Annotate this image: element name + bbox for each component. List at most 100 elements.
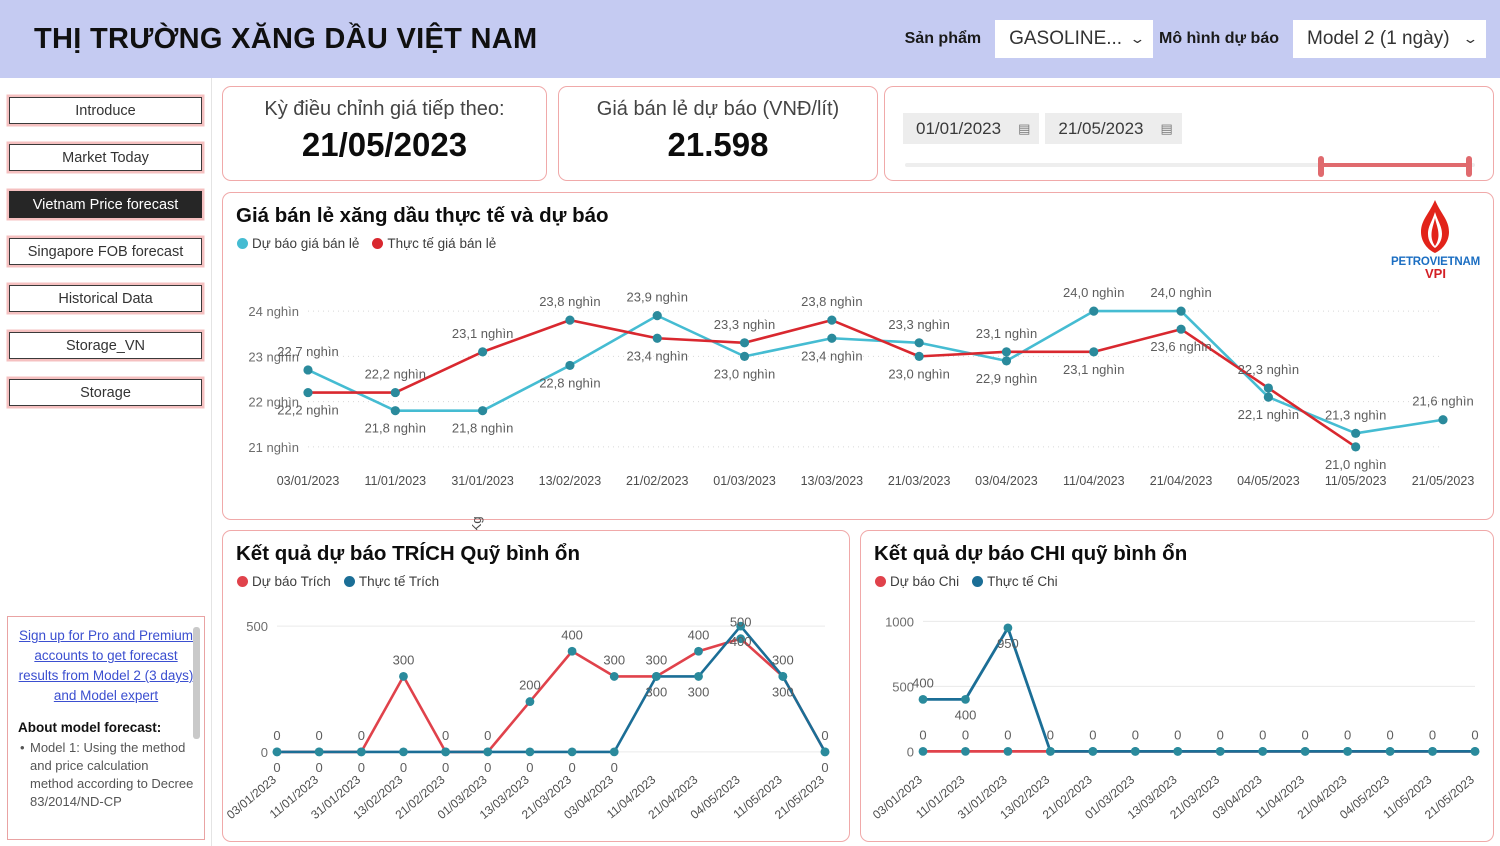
svg-text:300: 300 xyxy=(772,684,794,699)
legend-item-chi-forecast[interactable]: Dự báo Chi xyxy=(875,574,959,589)
date-to-input[interactable]: 21/05/2023 ▤ xyxy=(1045,113,1182,144)
legend-label: Dự báo giá bán lẻ xyxy=(252,236,360,251)
svg-text:21,6 nghìn: 21,6 nghìn xyxy=(1412,394,1473,409)
legend-dot-icon xyxy=(237,576,248,587)
svg-text:0: 0 xyxy=(273,760,280,775)
svg-text:23,8 nghìn: 23,8 nghìn xyxy=(801,294,862,309)
slider-handle-left[interactable] xyxy=(1318,156,1325,177)
trich-chart-panel: Kết quả dự báo TRÍCH Quỹ bình ổn Dự báo … xyxy=(222,530,850,842)
svg-text:0: 0 xyxy=(442,728,449,743)
svg-text:0: 0 xyxy=(400,760,407,775)
header-controls: Sản phẩm GASOLINE... ⌄ Mô hình dự báo Mo… xyxy=(899,20,1486,58)
sidebar-item-storage[interactable]: Storage xyxy=(9,379,202,406)
legend-item-trich-actual[interactable]: Thực tế Trích xyxy=(343,574,440,589)
sidebar-item-vietnam-price-forecast[interactable]: Vietnam Price forecast xyxy=(9,191,202,218)
chi-chart-legend: Dự báo Chi Thực tế Chi xyxy=(875,574,1493,589)
svg-text:500: 500 xyxy=(892,679,914,694)
calendar-icon: ▤ xyxy=(1018,120,1031,136)
svg-text:300: 300 xyxy=(646,652,668,667)
svg-text:13/02/2023: 13/02/2023 xyxy=(539,474,602,488)
svg-text:1000: 1000 xyxy=(885,614,914,629)
svg-text:21/05/2023: 21/05/2023 xyxy=(1412,474,1475,488)
sidebar-item-storage-vn[interactable]: Storage_VN xyxy=(9,332,202,359)
svg-text:0: 0 xyxy=(1471,727,1478,742)
svg-text:0: 0 xyxy=(1132,727,1139,742)
kpi-forecast-price-label: Giá bán lẻ dự báo (VNĐ/lít) xyxy=(596,98,840,120)
svg-text:0: 0 xyxy=(358,760,365,775)
svg-text:300: 300 xyxy=(646,684,668,699)
product-select[interactable]: GASOLINE... ⌄ xyxy=(995,20,1153,58)
legend-item-trich-forecast[interactable]: Dự báo Trích xyxy=(237,574,331,589)
main-chart-legend: Dự báo giá bán lẻ Thực tế giá bán lẻ xyxy=(237,236,1493,251)
svg-text:22,8 nghìn: 22,8 nghìn xyxy=(539,375,600,390)
svg-text:13/03/2023: 13/03/2023 xyxy=(801,474,864,488)
svg-text:21,0 nghìn: 21,0 nghìn xyxy=(1325,457,1386,472)
svg-text:200: 200 xyxy=(519,678,541,693)
svg-text:0: 0 xyxy=(821,760,828,775)
slider-selected-range xyxy=(1318,163,1473,167)
legend-label: Thực tế Trích xyxy=(358,574,440,589)
svg-text:0: 0 xyxy=(821,728,828,743)
legend-item-actual[interactable]: Thực tế giá bán lẻ xyxy=(372,236,496,251)
kpi-next-adjustment-label: Kỳ điều chỉnh giá tiếp theo: xyxy=(264,98,505,120)
svg-text:300: 300 xyxy=(772,652,794,667)
product-label: Sản phẩm xyxy=(904,30,982,47)
svg-text:24 nghìn: 24 nghìn xyxy=(248,304,299,319)
svg-text:0: 0 xyxy=(919,727,926,742)
svg-text:23,9 nghìn: 23,9 nghìn xyxy=(627,290,688,305)
model-select[interactable]: Model 2 (1 ngày) ⌄ xyxy=(1293,20,1486,58)
svg-text:950: 950 xyxy=(997,636,1019,651)
sidebar-item-introduce[interactable]: Introduce xyxy=(9,97,202,124)
svg-text:0: 0 xyxy=(1344,727,1351,742)
svg-text:21/03/2023: 21/03/2023 xyxy=(888,474,951,488)
dashboard-root: THỊ TRƯỜNG XĂNG DẦU VIỆT NAM Sản phẩm GA… xyxy=(0,0,1500,846)
legend-item-forecast[interactable]: Dự báo giá bán lẻ xyxy=(237,236,359,251)
svg-text:0: 0 xyxy=(1386,727,1393,742)
svg-text:21 nghìn: 21 nghìn xyxy=(248,440,299,455)
calendar-icon: ▤ xyxy=(1160,120,1173,136)
slider-handle-right[interactable] xyxy=(1466,156,1473,177)
svg-text:23,8 nghìn: 23,8 nghìn xyxy=(539,294,600,309)
svg-text:11/04/2023: 11/04/2023 xyxy=(1063,474,1125,488)
main-chart-plot: 21 nghìn22 nghìn23 nghìn24 nghìn22,7 ngh… xyxy=(248,285,1475,488)
sidebar-item-market-today[interactable]: Market Today xyxy=(9,144,202,171)
legend-item-chi-actual[interactable]: Thực tế Chi xyxy=(972,574,1058,589)
svg-text:0: 0 xyxy=(1259,727,1266,742)
signup-link[interactable]: Sign up for Pro and Premium accounts to … xyxy=(18,626,194,706)
sidebar-item-label: Vietnam Price forecast xyxy=(32,196,179,213)
info-scrollbar[interactable] xyxy=(193,627,200,739)
trich-chart-plot: 05000 0 03000 0200400300 30040050030000 0 0 0 0 0… xyxy=(224,615,830,822)
svg-text:21/04/2023: 21/04/2023 xyxy=(1150,474,1213,488)
legend-dot-icon xyxy=(875,576,886,587)
legend-dot-icon xyxy=(372,238,384,249)
svg-text:0: 0 xyxy=(1047,727,1054,742)
svg-text:500: 500 xyxy=(730,615,752,630)
svg-text:23,1 nghìn: 23,1 nghìn xyxy=(452,326,513,341)
sidebar-item-historical-data[interactable]: Historical Data xyxy=(9,285,202,312)
date-from-input[interactable]: 01/01/2023 ▤ xyxy=(903,113,1040,144)
svg-text:24,0 nghìn: 24,0 nghìn xyxy=(1150,285,1211,300)
date-to-value: 21/05/2023 xyxy=(1058,118,1144,138)
svg-text:23,3 nghìn: 23,3 nghìn xyxy=(888,317,949,332)
svg-text:0: 0 xyxy=(1302,727,1309,742)
svg-text:23,4 nghìn: 23,4 nghìn xyxy=(627,348,688,363)
sidebar-item-singapore-fob-forecast[interactable]: Singapore FOB forecast xyxy=(9,238,202,265)
svg-text:0: 0 xyxy=(316,728,323,743)
svg-text:22,3 nghìn: 22,3 nghìn xyxy=(1238,362,1299,377)
svg-text:01/03/2023: 01/03/2023 xyxy=(713,474,776,488)
svg-text:0: 0 xyxy=(1089,727,1096,742)
svg-text:0: 0 xyxy=(273,728,280,743)
kpi-forecast-price-value: 21.598 xyxy=(667,126,769,163)
date-range-inputs: 01/01/2023 ▤ 21/05/2023 ▤ xyxy=(903,113,1493,144)
date-range-slider[interactable] xyxy=(905,156,1475,177)
svg-text:0: 0 xyxy=(1217,727,1224,742)
sidebar-item-label: Historical Data xyxy=(58,290,153,307)
svg-text:21,8 nghìn: 21,8 nghìn xyxy=(452,421,513,436)
svg-text:22,7 nghìn: 22,7 nghìn xyxy=(277,344,338,359)
chi-chart-panel: Kết quả dự báo CHI quỹ bình ổn Dự báo Ch… xyxy=(860,530,1494,842)
info-bullet: Model 1: Using the method and price calc… xyxy=(18,739,194,811)
svg-text:400: 400 xyxy=(561,627,583,642)
svg-text:31/01/2023: 31/01/2023 xyxy=(451,474,514,488)
svg-text:23,4 nghìn: 23,4 nghìn xyxy=(801,348,862,363)
svg-text:0: 0 xyxy=(1004,727,1011,742)
